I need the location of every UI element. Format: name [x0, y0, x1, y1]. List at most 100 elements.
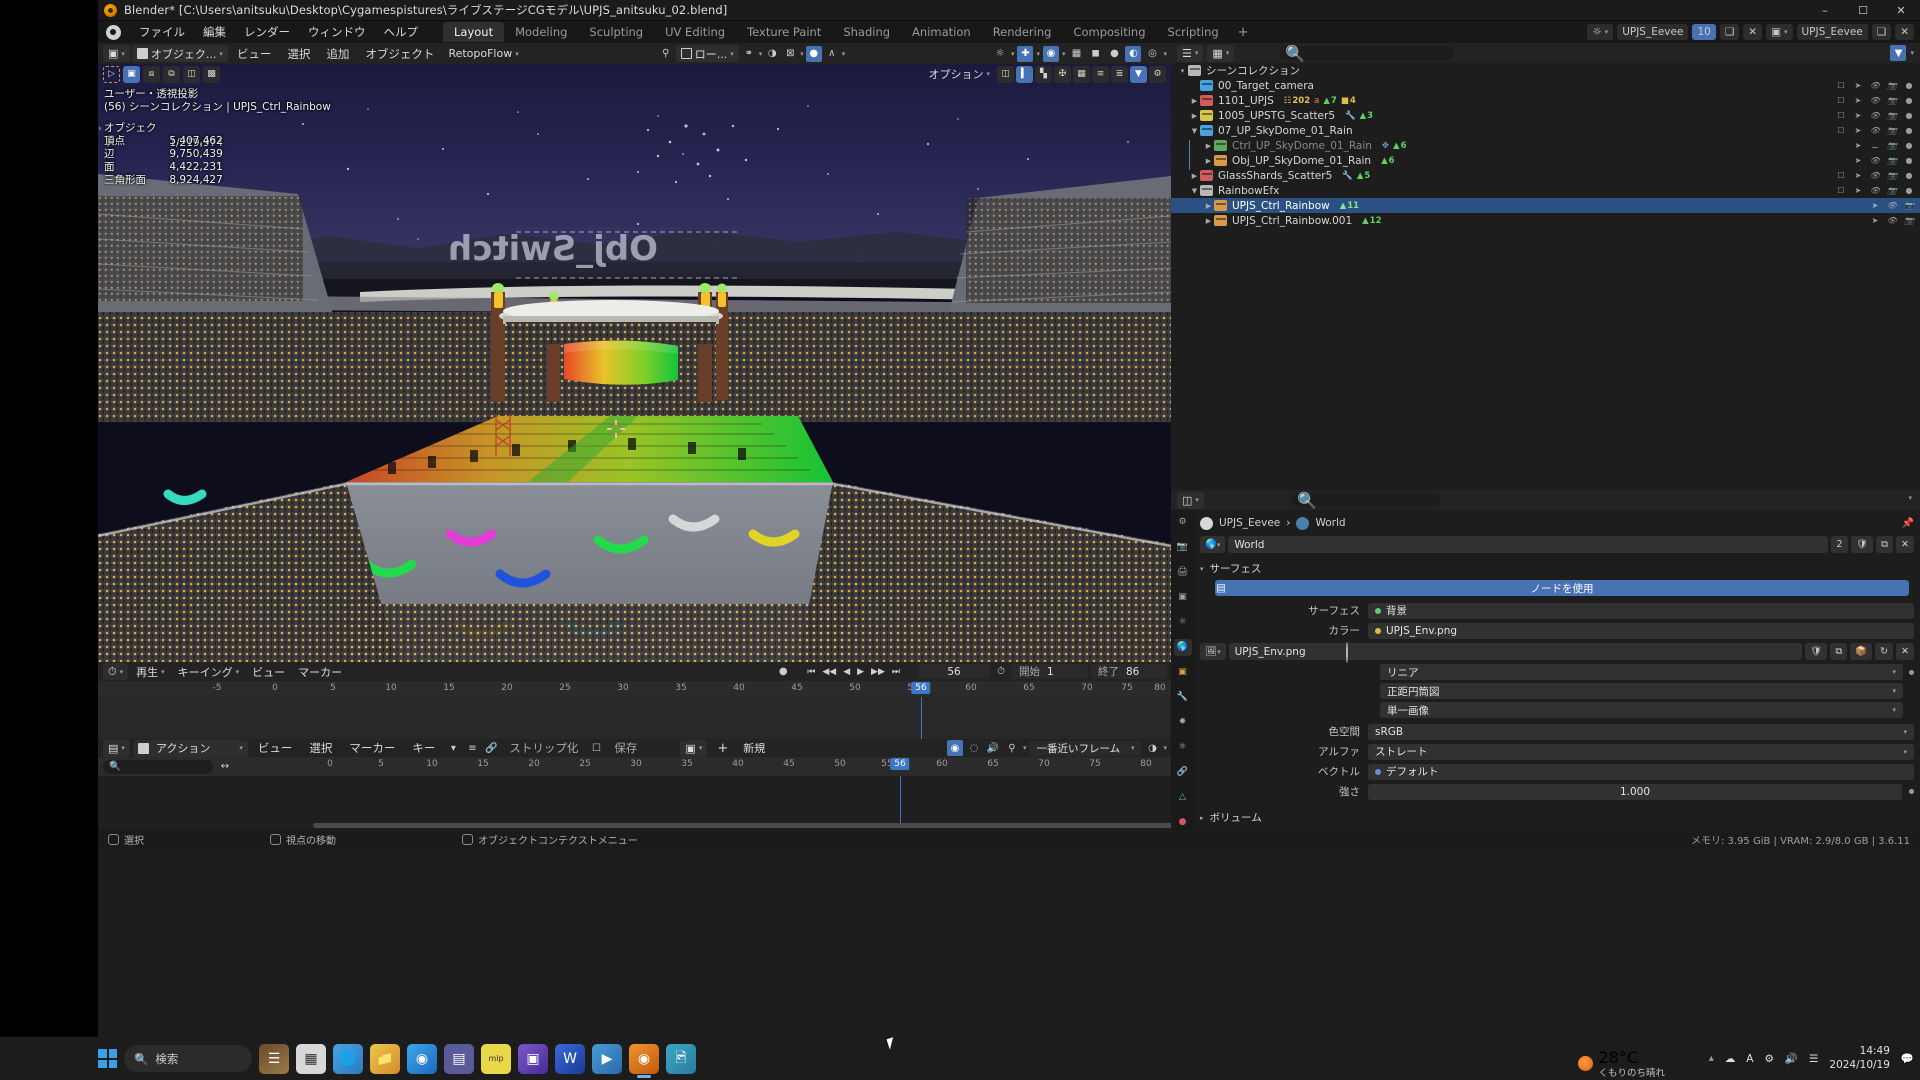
dopesheet-new-button[interactable]: 新規	[738, 740, 770, 757]
timeline-playhead-label[interactable]: 56	[911, 682, 931, 694]
dot-icon[interactable]: ●	[1904, 171, 1914, 181]
retopoflow-menu[interactable]: RetopoFlow ▾	[443, 45, 523, 62]
viewlayer-icon[interactable]: ▣ ▾	[1766, 24, 1793, 40]
image-pack-icon[interactable]: 📦	[1850, 643, 1873, 660]
dot-icon[interactable]: ●	[1904, 81, 1914, 91]
grid-snap-icon[interactable]: ⊠	[782, 46, 798, 62]
shading-wireframe-icon[interactable]: ◼	[1087, 46, 1103, 62]
overlay-settings-icon[interactable]: ⚙	[1149, 65, 1166, 83]
use-nodes-button[interactable]: ▤ ノードを使用	[1215, 580, 1909, 596]
outliner-editor-type-icon[interactable]: ☰ ▾	[1177, 44, 1204, 62]
timeline-marker-menu[interactable]: マーカー	[293, 663, 347, 680]
proportional-toggle-icon[interactable]: ●	[805, 45, 822, 62]
tab-particles[interactable]: ✸	[1174, 713, 1192, 730]
timeline-editor-type-icon[interactable]: ⏱ ▾	[103, 663, 129, 680]
tab-view-layer[interactable]: ▣	[1174, 589, 1192, 606]
camera-icon[interactable]: 📷	[1887, 171, 1897, 181]
outliner-search-input[interactable]: 🔍	[1279, 44, 1454, 63]
viewport-options-menu[interactable]: オプション ▾	[923, 66, 995, 83]
taskbar-app-teams-icon[interactable]: ▣	[518, 1043, 548, 1074]
select-box-icon[interactable]: ▣	[123, 65, 140, 83]
jump-end-icon[interactable]: ⏭	[889, 667, 903, 677]
overlay-lines-icon[interactable]: ≡	[1092, 65, 1109, 83]
select-extend-icon[interactable]: ⧈	[143, 65, 160, 83]
view-object-types-icon[interactable]: ☼	[992, 46, 1008, 62]
image-fake-user-icon[interactable]: 🛡	[1805, 643, 1828, 660]
scene-name-field[interactable]: UPJS_Eevee	[1617, 24, 1689, 40]
cursor-arrow-icon[interactable]: ➤	[1870, 216, 1880, 226]
onedrive-icon[interactable]: ☁	[1725, 1053, 1736, 1065]
dopesheet-save-icon[interactable]: ☐	[588, 740, 604, 756]
eye-icon[interactable]: 👁	[1870, 186, 1880, 196]
checkbox-icon[interactable]: ☐	[1836, 111, 1846, 121]
maximize-button[interactable]: ☐	[1844, 0, 1882, 21]
dopesheet-filter1-icon[interactable]: ▾	[445, 740, 461, 756]
outliner-row-07-up-skydome-01-rain[interactable]: ▼ 07_UP_SkyDome_01_Rain ☐ ➤ 👁 📷 ●	[1171, 123, 1920, 138]
next-keyframe-icon[interactable]: ▶▶	[868, 667, 888, 677]
menu-file[interactable]: ファイル	[130, 21, 194, 43]
tab-scene[interactable]: ☼	[1174, 614, 1192, 631]
taskbar-weather[interactable]: 28°C くもりのち晴れ	[1578, 1048, 1665, 1080]
input-language-icon[interactable]: A	[1746, 1053, 1753, 1065]
scene-new-button[interactable]: ❏	[1719, 24, 1740, 40]
tab-data[interactable]: △	[1174, 788, 1192, 805]
timeline-playback-menu[interactable]: 再生 ▾	[131, 663, 170, 680]
dot-icon[interactable]: ●	[1904, 156, 1914, 166]
breadcrumb-scene-label[interactable]: UPJS_Eevee	[1219, 517, 1280, 529]
shading-rendered-icon[interactable]: ◎	[1144, 46, 1160, 62]
cursor-arrow-icon[interactable]: ➤	[1853, 141, 1863, 151]
outliner-row-upjs-ctrl-rainbow[interactable]: ▶ UPJS_Ctrl_Rainbow ▲ 11 ➤ 👁 📷	[1171, 198, 1920, 213]
camera-icon[interactable]: 📷	[1904, 201, 1914, 211]
menu-edit[interactable]: 編集	[194, 21, 235, 43]
workspace-tab-scripting[interactable]: Scripting	[1157, 22, 1230, 42]
dopesheet-snap-selector[interactable]: 一番近いフレーム ▾	[1029, 740, 1142, 756]
proportional-fcurve-icon[interactable]: ◉	[946, 740, 963, 756]
select-subtract-icon[interactable]: ⧉	[163, 65, 180, 83]
outliner-row-ctrl-up-skydome-01-rain[interactable]: ▶ Ctrl_UP_SkyDome_01_Rain ✥ ▲ 6 ➤ ⚊ 📷 ●	[1171, 138, 1920, 153]
workspace-tab-compositing[interactable]: Compositing	[1062, 22, 1156, 42]
viewport-menu-add[interactable]: 追加	[319, 44, 356, 64]
disclosure-triangle-icon[interactable]: ▶	[1189, 97, 1200, 105]
dopesheet-mode-selector[interactable]: アクション ▾	[132, 739, 248, 757]
taskbar-app-widgets-icon[interactable]: ☰	[259, 1043, 289, 1074]
play-reverse-icon[interactable]: ◀	[840, 667, 853, 677]
tab-output[interactable]: 🖨	[1174, 564, 1192, 581]
disclosure-triangle-icon[interactable]: ▶	[1189, 172, 1200, 180]
overlays-icon[interactable]: ◉	[1042, 45, 1059, 62]
timeline-playhead[interactable]	[921, 697, 922, 739]
interpolation-dropdown[interactable]: リニア ▾	[1380, 664, 1903, 680]
volume-section-header[interactable]: ▸ ボリューム	[1200, 809, 1914, 826]
outliner-row-00-target-camera[interactable]: 00_Target_camera ☐ ➤ 👁 📷 ●	[1171, 78, 1920, 93]
image-delete-icon[interactable]: ✕	[1896, 643, 1914, 660]
dopesheet-editor-type-icon[interactable]: ▤ ▾	[103, 739, 130, 757]
select-intersect-icon[interactable]: ▩	[203, 65, 220, 83]
tab-constraints[interactable]: 🔗	[1174, 763, 1192, 780]
overlay-chart-icon[interactable]: ▚	[1035, 65, 1052, 83]
dopesheet-menu-select[interactable]: 選択	[302, 738, 339, 758]
volume-icon[interactable]: 🔊	[1785, 1052, 1798, 1065]
cursor-arrow-icon[interactable]: ➤	[1853, 171, 1863, 181]
source-dropdown[interactable]: 単一画像 ▾	[1380, 702, 1903, 718]
vector-value-field[interactable]: デフォルト	[1368, 763, 1914, 780]
dopesheet-playhead[interactable]	[900, 776, 901, 828]
taskbar-app-explorer-icon[interactable]: ▦	[296, 1043, 326, 1074]
tab-physics[interactable]: ⚛	[1174, 738, 1192, 755]
taskbar-app-folder-icon[interactable]: 📁	[370, 1043, 400, 1074]
outliner-row-1101-upjs[interactable]: ▶ 1101_UPJS ☷ 202 a ▲ 7 ■ 4 ☐ ➤ 👁 📷 ●	[1171, 93, 1920, 108]
overlay-grid-icon[interactable]: ▦	[1073, 65, 1090, 83]
eye-icon[interactable]: 👁	[1870, 81, 1880, 91]
animate-property-dot-icon[interactable]	[1909, 789, 1914, 794]
properties-header-caret[interactable]: ▾	[1908, 494, 1912, 502]
projection-dropdown[interactable]: 正距円筒図 ▾	[1380, 683, 1903, 699]
workspace-tab-modeling[interactable]: Modeling	[504, 22, 578, 42]
dot-icon[interactable]: ●	[1904, 141, 1914, 151]
add-workspace-button[interactable]: +	[1230, 23, 1257, 42]
cursor-arrow-icon[interactable]: ➤	[1853, 186, 1863, 196]
tab-material[interactable]: ●	[1174, 813, 1192, 830]
viewport-menu-view[interactable]: ビュー	[230, 44, 279, 64]
taskbar-app-blender-icon[interactable]: ◉	[629, 1043, 659, 1078]
disclosure-triangle-icon[interactable]: ▶	[1203, 157, 1214, 165]
tab-world[interactable]: 🌎	[1173, 638, 1192, 656]
properties-search-input[interactable]: 🔍	[1291, 491, 1441, 510]
disclosure-triangle-icon[interactable]: ▶	[1203, 202, 1214, 210]
